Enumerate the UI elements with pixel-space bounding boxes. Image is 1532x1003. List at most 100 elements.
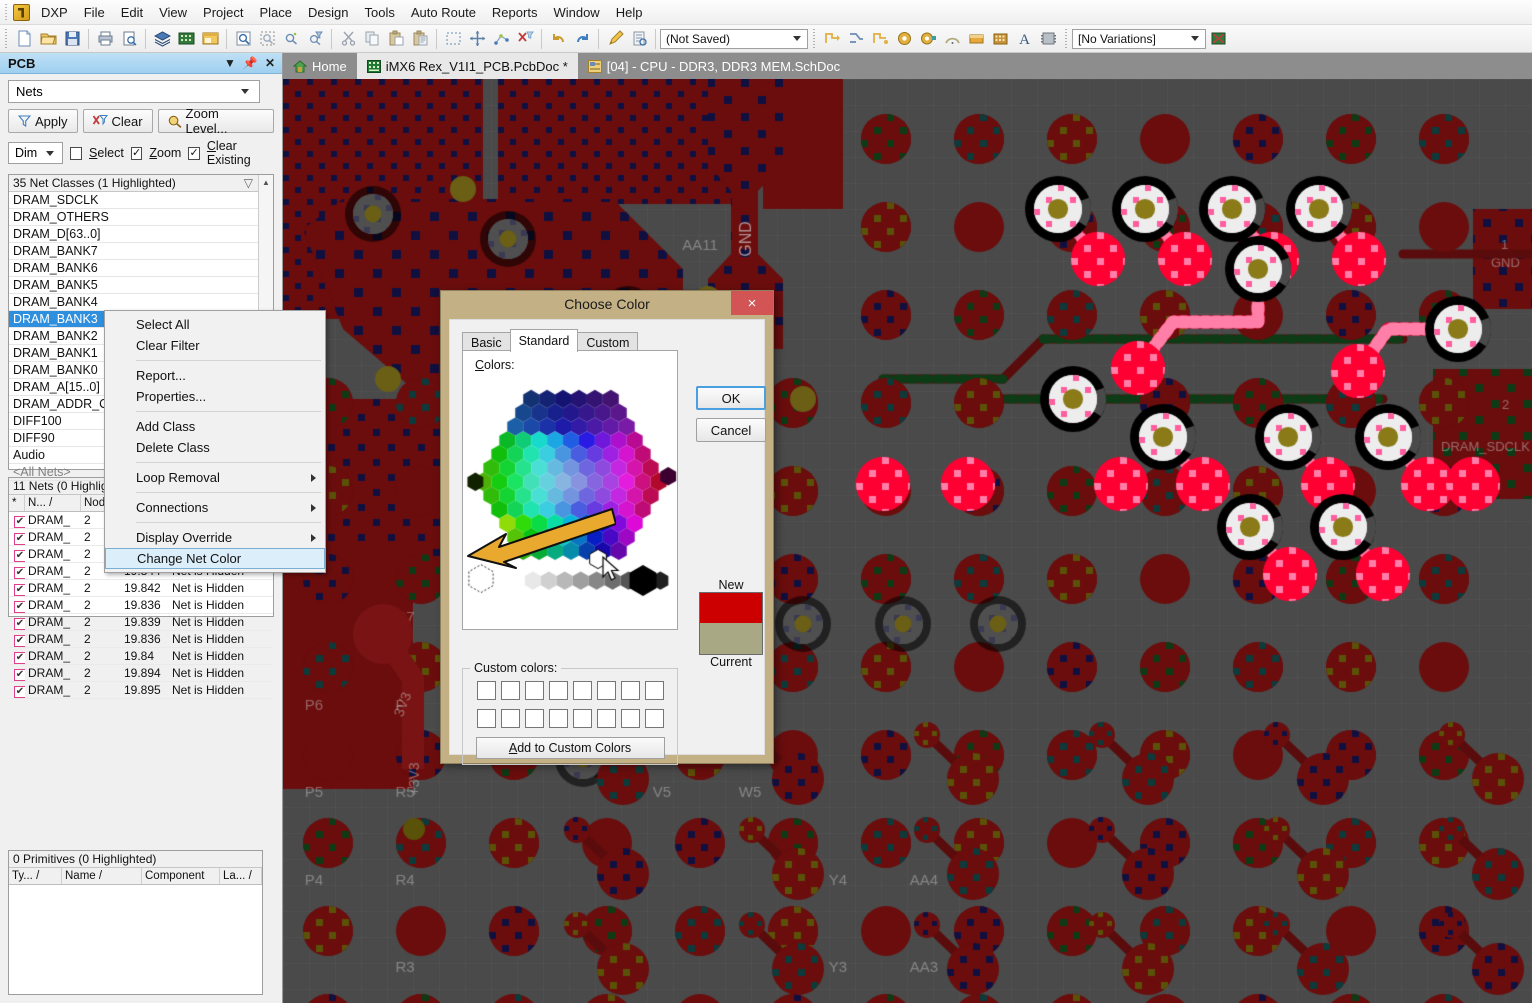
place-arc-icon[interactable] xyxy=(868,27,892,51)
cut-icon[interactable] xyxy=(336,27,360,51)
scope-combo[interactable]: Nets xyxy=(8,80,260,103)
mode-combo[interactable]: Dim xyxy=(8,142,63,164)
context-menu-item[interactable]: Select All xyxy=(105,314,325,335)
net-visible-checkbox[interactable]: ✔ xyxy=(9,649,25,664)
toolbar-grip[interactable] xyxy=(3,29,9,49)
context-menu-item[interactable]: Display Override xyxy=(105,527,325,548)
custom-color-swatch[interactable] xyxy=(621,681,640,700)
net-visible-checkbox[interactable]: ✔ xyxy=(9,632,25,647)
context-menu-item[interactable]: Change Net Color xyxy=(105,548,325,569)
menu-dxp[interactable]: DXP xyxy=(33,2,76,23)
net-visible-checkbox[interactable]: ✔ xyxy=(9,513,25,528)
primitives-col-component[interactable]: Component xyxy=(142,868,220,884)
print-icon[interactable] xyxy=(93,27,117,51)
variant-combo[interactable]: (Not Saved) xyxy=(660,29,808,49)
context-menu-item[interactable]: Connections xyxy=(105,497,325,518)
place-track-icon[interactable] xyxy=(844,27,868,51)
clear-filter-icon[interactable] xyxy=(303,27,327,51)
custom-color-swatch[interactable] xyxy=(525,681,544,700)
inspector-icon[interactable] xyxy=(627,27,651,51)
clear-existing-checkbox[interactable]: ✓ xyxy=(188,147,200,160)
net-class-row[interactable]: DRAM_OTHERS xyxy=(9,209,258,226)
menu-tools[interactable]: Tools xyxy=(357,2,403,23)
layers-icon[interactable] xyxy=(150,27,174,51)
net-visible-checkbox[interactable]: ✔ xyxy=(9,547,25,562)
menu-design[interactable]: Design xyxy=(300,2,356,23)
custom-color-swatch[interactable] xyxy=(549,681,568,700)
custom-color-swatch[interactable] xyxy=(645,681,664,700)
menu-view[interactable]: View xyxy=(151,2,195,23)
scroll-up-icon[interactable]: ▲ xyxy=(262,175,270,190)
nets-col-name[interactable]: N... / xyxy=(25,495,81,511)
menu-window[interactable]: Window xyxy=(545,2,607,23)
net-class-row[interactable]: DRAM_BANK6 xyxy=(9,260,258,277)
add-to-custom-colors-button[interactable]: Add to Custom Colors xyxy=(476,737,665,759)
checkbox[interactable]: ✔ xyxy=(14,652,25,664)
color-picker-pane[interactable]: Colors: xyxy=(462,350,678,630)
tab-home[interactable]: Home xyxy=(283,53,357,79)
checkbox[interactable]: ✔ xyxy=(14,618,25,630)
tab-schematic-document[interactable]: [04] - CPU - DDR3, DDR3 MEM.SchDoc xyxy=(578,53,850,79)
custom-color-swatch[interactable] xyxy=(573,681,592,700)
net-visible-checkbox[interactable]: ✔ xyxy=(9,581,25,596)
custom-color-swatch[interactable] xyxy=(477,709,496,728)
panel-close-icon[interactable]: ✕ xyxy=(262,55,278,71)
checkbox[interactable]: ✔ xyxy=(14,584,25,596)
board-icon[interactable] xyxy=(174,27,198,51)
filter-select-icon[interactable] xyxy=(279,27,303,51)
place-fill-icon[interactable] xyxy=(964,27,988,51)
net-class-row[interactable]: DRAM_BANK7 xyxy=(9,243,258,260)
custom-color-swatch[interactable] xyxy=(501,681,520,700)
checkbox[interactable]: ✔ xyxy=(14,686,25,698)
place-text-icon[interactable]: A xyxy=(1012,27,1036,51)
new-document-icon[interactable] xyxy=(12,27,36,51)
context-menu-item[interactable]: Add Class xyxy=(105,416,325,437)
net-visible-checkbox[interactable]: ✔ xyxy=(9,683,25,698)
checkbox[interactable]: ✔ xyxy=(14,601,25,613)
ok-button[interactable]: OK xyxy=(696,386,766,410)
net-row[interactable]: ✔DRAM_219.839Net is Hidden xyxy=(9,614,273,631)
tab-basic[interactable]: Basic xyxy=(462,332,511,352)
close-icon[interactable]: × xyxy=(731,291,773,315)
custom-color-swatch[interactable] xyxy=(597,709,616,728)
custom-color-swatch[interactable] xyxy=(573,709,592,728)
context-menu-item[interactable]: Loop Removal xyxy=(105,467,325,488)
place-arc-center-icon[interactable] xyxy=(940,27,964,51)
zoom-area-icon[interactable] xyxy=(255,27,279,51)
place-component-icon[interactable] xyxy=(1036,27,1060,51)
menu-place[interactable]: Place xyxy=(252,2,301,23)
panel-menu-chevron-down-icon[interactable]: ▼ xyxy=(222,55,238,71)
variations-toolbar-grip[interactable] xyxy=(1063,29,1069,49)
context-menu-item[interactable]: Report... xyxy=(105,365,325,386)
zoom-level-button[interactable]: Zoom Level... xyxy=(158,109,274,133)
open-document-icon[interactable] xyxy=(36,27,60,51)
menu-help[interactable]: Help xyxy=(608,2,651,23)
menu-edit[interactable]: Edit xyxy=(113,2,151,23)
undo-icon[interactable] xyxy=(546,27,570,51)
place-pad-icon[interactable] xyxy=(892,27,916,51)
context-menu-item[interactable]: Properties... xyxy=(105,386,325,407)
net-class-row[interactable]: DRAM_BANK5 xyxy=(9,277,258,294)
custom-color-swatch[interactable] xyxy=(477,681,496,700)
net-visible-checkbox[interactable]: ✔ xyxy=(9,666,25,681)
custom-color-swatch[interactable] xyxy=(501,709,520,728)
save-icon[interactable] xyxy=(60,27,84,51)
net-visible-checkbox[interactable]: ✔ xyxy=(9,564,25,579)
redo-icon[interactable] xyxy=(570,27,594,51)
place-line-icon[interactable] xyxy=(820,27,844,51)
place-polygon-icon[interactable] xyxy=(988,27,1012,51)
menu-grip[interactable] xyxy=(3,4,11,21)
sort-filter-icon[interactable]: ▽ xyxy=(244,176,253,190)
menu-reports[interactable]: Reports xyxy=(484,2,546,23)
net-row[interactable]: ✔DRAM_219.895Net is Hidden xyxy=(9,682,273,699)
net-row[interactable]: ✔DRAM_219.836Net is Hidden xyxy=(9,597,273,614)
highlight-pen-icon[interactable] xyxy=(603,27,627,51)
custom-color-swatch[interactable] xyxy=(645,709,664,728)
menu-auto-route[interactable]: Auto Route xyxy=(403,2,484,23)
custom-color-swatch[interactable] xyxy=(525,709,544,728)
deselect-all-icon[interactable] xyxy=(513,27,537,51)
cancel-button[interactable]: Cancel xyxy=(696,418,766,442)
nets-col-star[interactable]: * xyxy=(9,495,25,511)
net-row[interactable]: ✔DRAM_219.894Net is Hidden xyxy=(9,665,273,682)
net-class-row[interactable]: DRAM_D[63..0] xyxy=(9,226,258,243)
